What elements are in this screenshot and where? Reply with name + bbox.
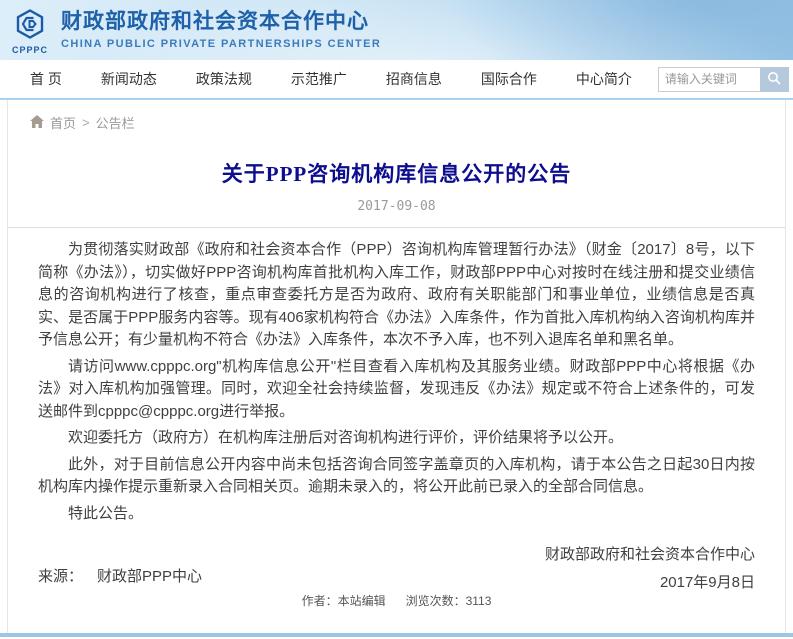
site-subtitle: CHINA PUBLIC PRIVATE PARTNERSHIPS CENTER (61, 38, 381, 50)
nav-item-home[interactable]: 首 页 (17, 69, 75, 89)
breadcrumb-home[interactable]: 首页 (50, 113, 76, 132)
logo-acronym: CPPPC (12, 45, 48, 55)
cpppc-logo-icon (16, 9, 44, 44)
nav-item-about[interactable]: 中心简介 (563, 69, 645, 89)
nav-item-demonstration[interactable]: 示范推广 (278, 69, 360, 89)
search-icon (767, 71, 781, 88)
article-meta: 作者：本站编辑 浏览次数：3113 (8, 592, 785, 609)
nav-item-investment[interactable]: 招商信息 (373, 69, 455, 89)
source-line: 来源： 财政部PPP中心 (38, 565, 202, 586)
views-count: 浏览次数：3113 (406, 594, 492, 608)
search-button[interactable] (760, 67, 789, 92)
breadcrumb-current: 公告栏 (96, 113, 135, 132)
search-input[interactable] (658, 67, 760, 92)
site-logo[interactable]: CPPPC (12, 9, 48, 55)
article-paragraph: 此外，对于目前信息公开内容中尚未包括咨询合同签字盖章页的入库机构，请于本公告之日… (38, 454, 755, 499)
article-paragraph: 特此公告。 (38, 503, 755, 526)
article-paragraph: 欢迎委托方（政府方）在机构库注册后对咨询机构进行评价，评价结果将予以公开。 (38, 427, 755, 450)
site-header: CPPPC 财政部政府和社会资本合作中心 CHINA PUBLIC PRIVAT… (0, 0, 793, 60)
site-title: 财政部政府和社会资本合作中心 (61, 9, 381, 35)
nav-item-news[interactable]: 新闻动态 (88, 69, 170, 89)
search-group (658, 67, 789, 92)
nav-item-international[interactable]: 国际合作 (468, 69, 550, 89)
main-nav: 首 页 新闻动态 政策法规 示范推广 招商信息 国际合作 中心简介 中文|EN (0, 60, 793, 100)
content-area: 首页 > 公告栏 关于PPP咨询机构库信息公开的公告 2017-09-08 为贯… (7, 100, 786, 633)
article-paragraph: 为贯彻落实财政部《政府和社会资本合作（PPP）咨询机构库管理暂行办法》（财金〔2… (38, 239, 755, 352)
footer-bar (0, 633, 793, 637)
site-title-block: 财政部政府和社会资本合作中心 CHINA PUBLIC PRIVATE PART… (61, 9, 381, 50)
breadcrumb: 首页 > 公告栏 (8, 100, 785, 132)
article-title: 关于PPP咨询机构库信息公开的公告 (8, 158, 785, 188)
author-text: 作者：本站编辑 (302, 594, 386, 608)
source-value: 财政部PPP中心 (97, 568, 202, 585)
source-label: 来源： (38, 568, 83, 585)
nav-items: 首 页 新闻动态 政策法规 示范推广 招商信息 国际合作 中心简介 (17, 69, 658, 89)
article-date: 2017-09-08 (8, 199, 785, 214)
home-icon (30, 115, 44, 131)
breadcrumb-separator: > (82, 115, 90, 130)
article-body: 为贯彻落实财政部《政府和社会资本合作（PPP）咨询机构库管理暂行办法》（财金〔2… (8, 228, 785, 525)
article-paragraph: 请访问www.cpppc.org"机构库信息公开"栏目查看入库机构及其服务业绩。… (38, 356, 755, 424)
nav-item-policy[interactable]: 政策法规 (183, 69, 265, 89)
